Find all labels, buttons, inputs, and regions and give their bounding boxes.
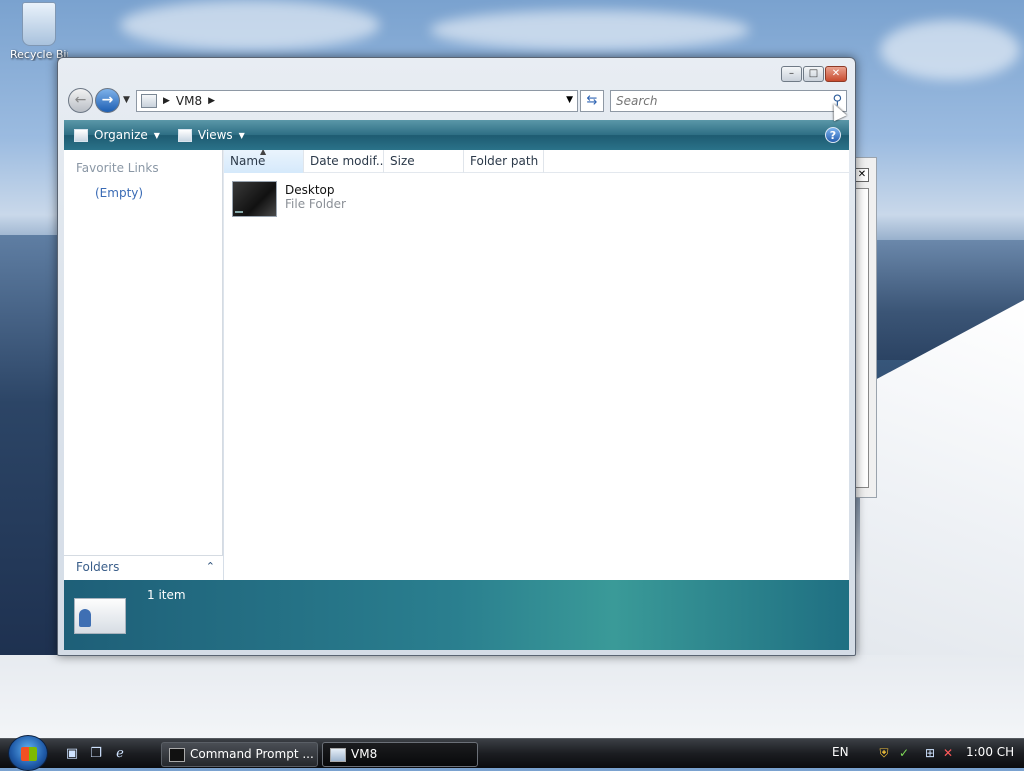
chevron-up-icon: ⌃ (205, 560, 215, 573)
details-pane: 1 item (64, 580, 849, 650)
recycle-bin-desktop-icon[interactable]: Recycle Bin (4, 2, 74, 61)
sort-ascending-icon: ▲ (260, 150, 267, 156)
breadcrumb-separator-icon[interactable]: ▶ (163, 96, 170, 106)
navigation-pane: Favorite Links (Empty) (64, 150, 223, 580)
user-folder-icon (74, 598, 126, 634)
favorite-links-empty: (Empty) (95, 186, 144, 200)
item-count: 1 item (147, 588, 186, 602)
show-desktop-icon[interactable]: ▣ (64, 746, 80, 762)
volume-muted-icon[interactable]: ✕ (940, 745, 956, 761)
windows-logo-icon (21, 747, 37, 761)
close-button[interactable]: ✕ (825, 66, 847, 82)
explorer-window: – □ ✕ ← → ▼ ▶ VM8 ▶ ▼ ⇆ ⚲ Organize ▼ Vie… (57, 57, 856, 656)
desktop-folder-icon (232, 181, 277, 217)
maximize-button[interactable]: □ (803, 66, 824, 82)
taskbar: ▣ ❐ ℯ Command Prompt ... VM8 EN ⛨ ✓ ⊞ ✕ … (0, 735, 1024, 771)
column-folder-path[interactable]: Folder path (464, 150, 544, 173)
views-icon (177, 128, 192, 142)
list-item[interactable]: Desktop File Folder (232, 181, 346, 217)
computer-icon (141, 94, 157, 108)
command-bar: Organize ▼ Views ▼ ? (64, 120, 849, 150)
chevron-down-icon: ▼ (238, 130, 245, 140)
scrollbar[interactable] (855, 188, 869, 488)
organize-label: Organize (94, 128, 148, 142)
cloud (880, 20, 1020, 80)
navigation-bar: ← → ▼ ▶ VM8 ▶ ▼ ⇆ ⚲ (66, 88, 847, 114)
column-name[interactable]: ▲ Name (224, 150, 304, 173)
folders-toggle[interactable]: Folders ⌃ (64, 555, 223, 580)
language-indicator[interactable]: EN (832, 745, 849, 759)
file-list: ▲ Name Date modif... Size Folder path De… (224, 150, 849, 580)
back-arrow-icon: ← (74, 92, 87, 108)
internet-explorer-icon[interactable]: ℯ (112, 746, 128, 762)
recycle-bin-icon (22, 2, 56, 46)
item-name: Desktop (285, 183, 335, 197)
cloud (120, 0, 380, 50)
cloud (430, 10, 750, 50)
views-label: Views (197, 128, 233, 142)
chevron-down-icon: ▼ (153, 130, 160, 140)
search-box[interactable]: ⚲ (610, 90, 847, 112)
search-input[interactable] (611, 91, 811, 111)
organize-button[interactable]: Organize ▼ (74, 128, 160, 142)
recent-pages-dropdown[interactable]: ▼ (123, 95, 130, 105)
column-name-label: Name (230, 154, 266, 168)
column-size[interactable]: Size (384, 150, 464, 173)
update-icon[interactable]: ✓ (896, 745, 912, 761)
column-date-modified[interactable]: Date modif... (304, 150, 384, 173)
clock[interactable]: 1:00 CH (966, 745, 1014, 759)
task-label: Command Prompt ... (190, 747, 314, 761)
column-headers: ▲ Name Date modif... Size Folder path (224, 150, 849, 173)
address-bar[interactable]: ▶ VM8 ▶ ▼ (136, 90, 578, 112)
address-dropdown-icon[interactable]: ▼ (566, 95, 573, 105)
task-label: VM8 (351, 747, 378, 761)
network-icon[interactable]: ⊞ (922, 745, 938, 761)
taskbar-item-command-prompt[interactable]: Command Prompt ... (161, 742, 318, 767)
minimize-button[interactable]: – (781, 66, 802, 82)
item-type: File Folder (285, 197, 346, 211)
mountain-left (0, 235, 60, 655)
views-button[interactable]: Views ▼ (177, 128, 245, 142)
security-shield-icon[interactable]: ⛨ (876, 745, 892, 761)
organize-icon (74, 128, 88, 142)
help-button[interactable]: ? (825, 127, 841, 143)
refresh-icon: ⇆ (586, 93, 598, 108)
folders-label: Folders (76, 560, 120, 574)
refresh-button[interactable]: ⇆ (580, 90, 604, 112)
person-icon (79, 609, 91, 627)
snow-ground (0, 655, 1024, 740)
command-prompt-icon (169, 748, 185, 762)
breadcrumb-separator-icon[interactable]: ▶ (208, 96, 215, 106)
forward-button[interactable]: → (95, 88, 120, 113)
start-button[interactable] (8, 735, 48, 771)
taskbar-item-vm8[interactable]: VM8 (322, 742, 478, 767)
explorer-icon (330, 748, 346, 762)
switch-windows-icon[interactable]: ❐ (88, 746, 104, 762)
breadcrumb-vm8[interactable]: VM8 (176, 94, 202, 108)
back-button[interactable]: ← (68, 88, 93, 113)
caption-buttons: – □ ✕ (781, 66, 847, 82)
close-icon[interactable]: ✕ (855, 168, 869, 182)
forward-arrow-icon: → (101, 92, 114, 108)
favorite-links-heading: Favorite Links (76, 161, 159, 175)
